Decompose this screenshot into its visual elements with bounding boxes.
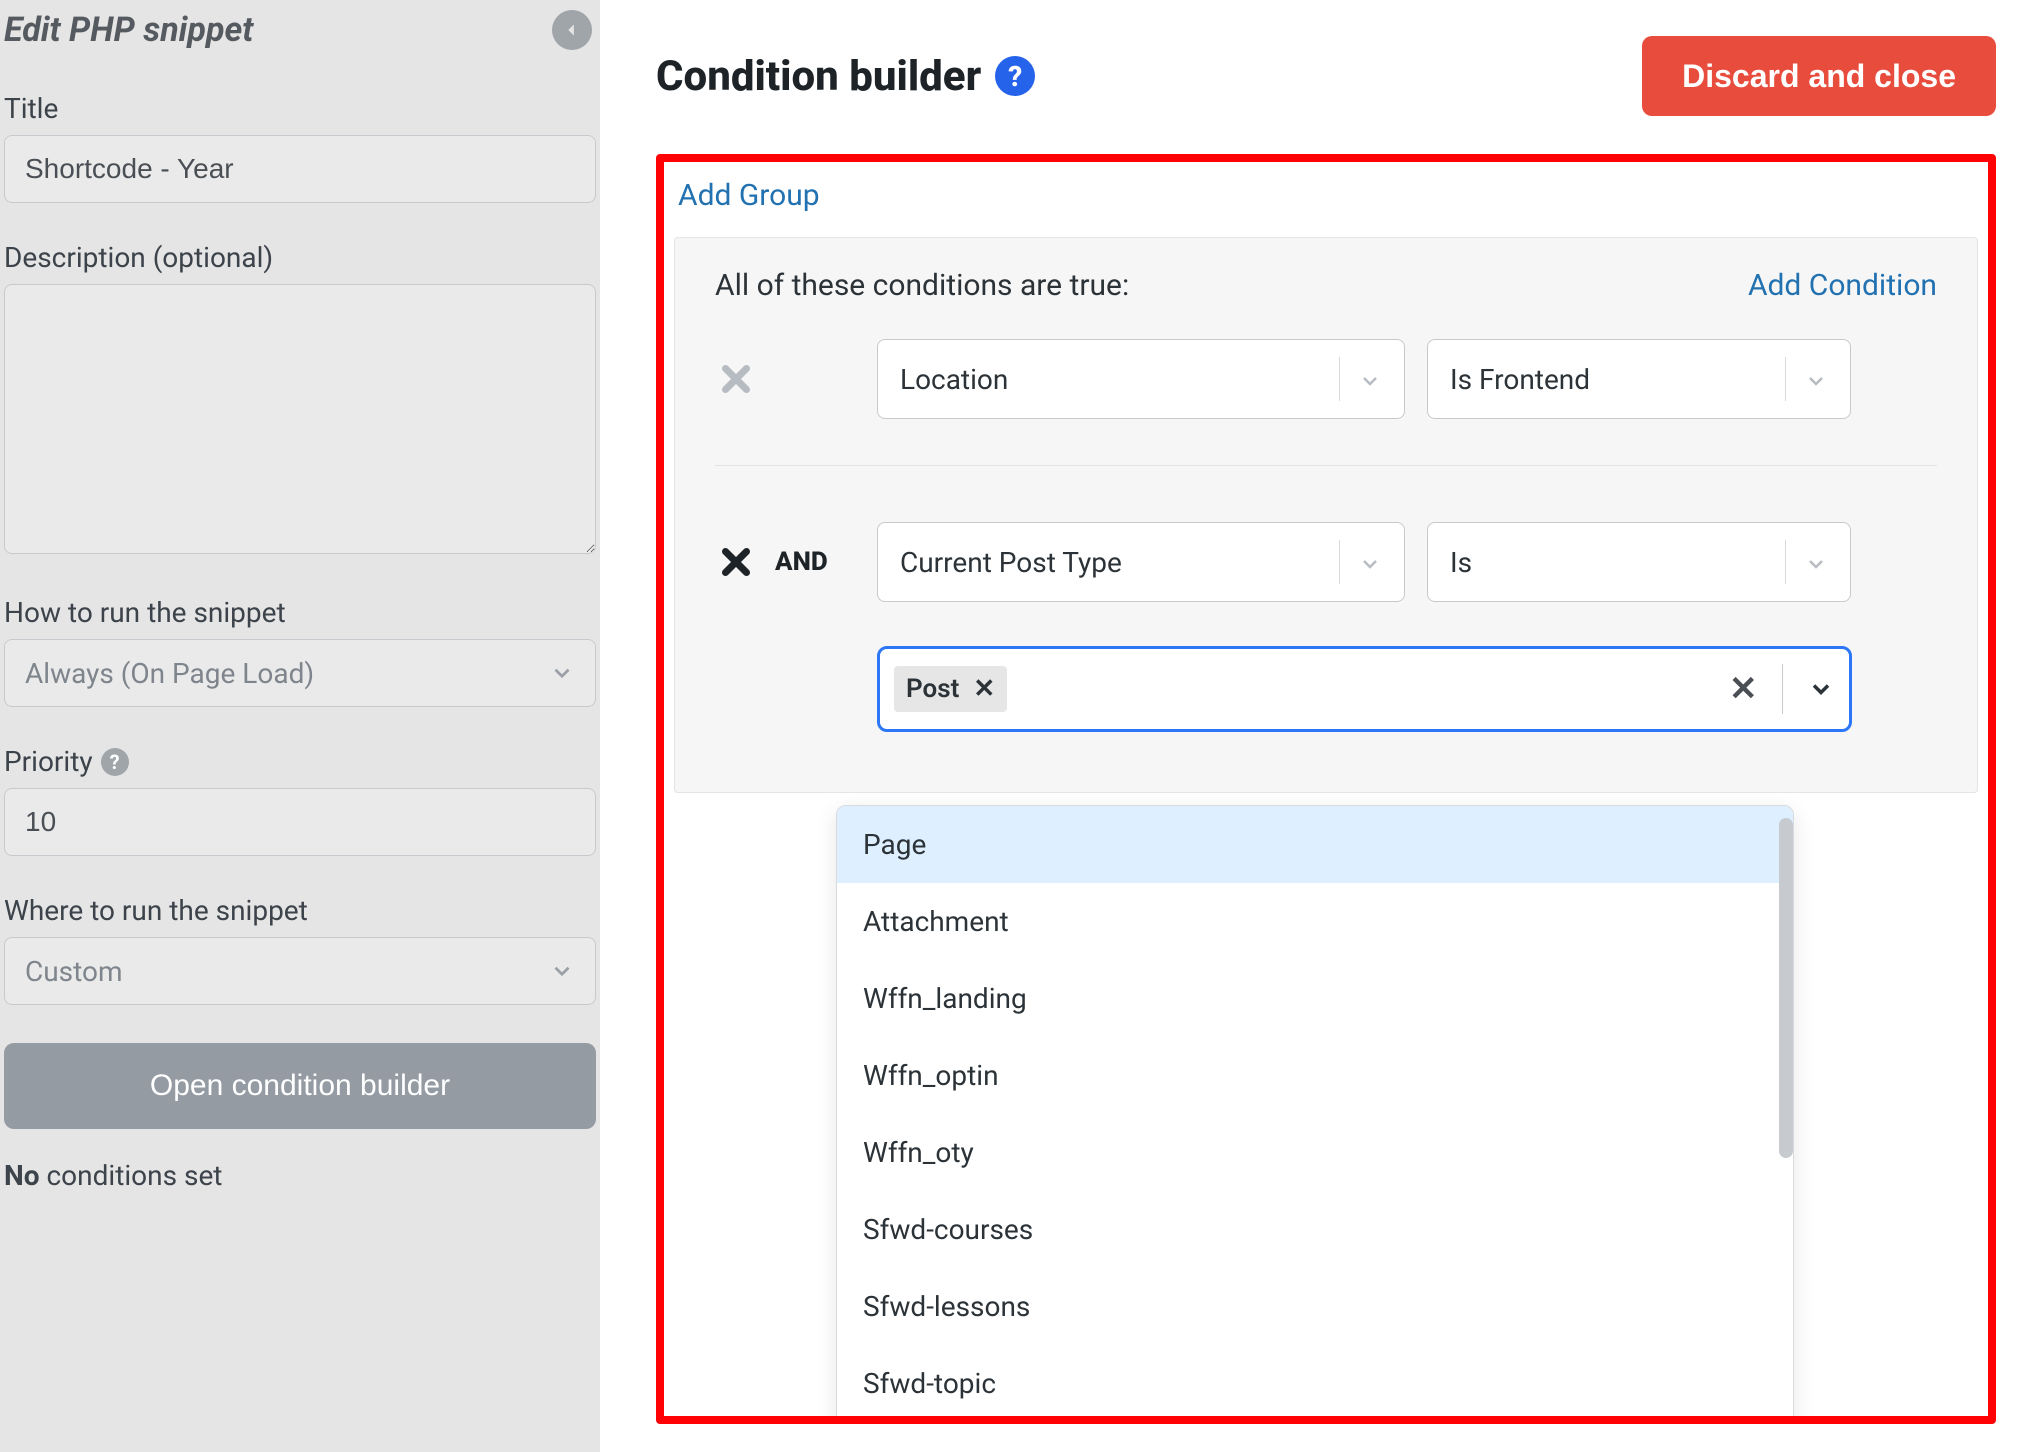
- where-value: Custom: [25, 955, 123, 988]
- selected-tag[interactable]: Post ✕: [894, 666, 1007, 712]
- page-title: Condition builder ?: [656, 52, 1035, 101]
- group-label: All of these conditions are true:: [715, 268, 1129, 303]
- where-select[interactable]: Custom: [4, 937, 596, 1005]
- remove-tag-icon[interactable]: ✕: [973, 674, 995, 704]
- condition-comparator-select[interactable]: Is Frontend: [1427, 339, 1851, 419]
- priority-input[interactable]: [4, 788, 596, 856]
- where-label: Where to run the snippet: [4, 894, 592, 927]
- sidebar-title: Edit PHP snippet: [4, 10, 253, 50]
- add-condition-link[interactable]: Add Condition: [1748, 268, 1937, 303]
- remove-condition-icon[interactable]: [715, 358, 757, 400]
- how-to-run-select[interactable]: Always (On Page Load): [4, 639, 596, 707]
- condition-row: AND Current Post Type Is: [715, 522, 1937, 602]
- dropdown-option[interactable]: Sfwd-quiz: [837, 1422, 1793, 1424]
- condition-row: Location Is Frontend: [715, 339, 1937, 466]
- discard-close-button[interactable]: Discard and close: [1642, 36, 1996, 116]
- sidebar: Edit PHP snippet Title Description (opti…: [0, 0, 600, 1452]
- clear-all-icon[interactable]: ✕: [1729, 669, 1758, 709]
- condition-subject-select[interactable]: Location: [877, 339, 1405, 419]
- collapse-sidebar-icon[interactable]: [552, 10, 592, 50]
- remove-condition-icon[interactable]: [715, 541, 757, 583]
- add-group-link[interactable]: Add Group: [664, 178, 1988, 213]
- condition-value-multiselect[interactable]: Post ✕ ✕: [877, 646, 1852, 732]
- title-input[interactable]: [4, 135, 596, 203]
- chevron-down-icon: [549, 660, 575, 686]
- chevron-down-icon: [1804, 367, 1828, 391]
- open-condition-builder-button[interactable]: Open condition builder: [4, 1043, 596, 1129]
- condition-group: All of these conditions are true: Add Co…: [674, 237, 1978, 793]
- priority-label: Priority ?: [4, 745, 592, 778]
- dropdown-option[interactable]: Wffn_oty: [837, 1114, 1793, 1191]
- chevron-down-icon[interactable]: [1807, 675, 1835, 703]
- chevron-down-icon: [1358, 550, 1382, 574]
- chevron-down-icon: [1804, 550, 1828, 574]
- condition-comparator-select[interactable]: Is: [1427, 522, 1851, 602]
- dropdown-option[interactable]: Sfwd-lessons: [837, 1268, 1793, 1345]
- scrollbar[interactable]: [1779, 818, 1793, 1158]
- and-operator-label: AND: [775, 547, 828, 577]
- dropdown-option[interactable]: Sfwd-topic: [837, 1345, 1793, 1422]
- how-to-run-value: Always (On Page Load): [25, 657, 314, 690]
- dropdown-option[interactable]: Wffn_landing: [837, 960, 1793, 1037]
- chevron-down-icon: [1358, 367, 1382, 391]
- no-conditions-text: No conditions set: [4, 1159, 592, 1192]
- title-label: Title: [4, 92, 592, 125]
- dropdown-option[interactable]: Attachment: [837, 883, 1793, 960]
- help-icon[interactable]: ?: [995, 56, 1035, 96]
- main: Condition builder ? Discard and close Ad…: [600, 0, 2028, 1452]
- chevron-down-icon: [549, 958, 575, 984]
- dropdown-option[interactable]: Wffn_optin: [837, 1037, 1793, 1114]
- condition-builder-panel: Add Group All of these conditions are tr…: [656, 154, 1996, 1424]
- description-input[interactable]: [4, 284, 596, 554]
- dropdown-option[interactable]: Sfwd-courses: [837, 1191, 1793, 1268]
- help-icon[interactable]: ?: [101, 748, 129, 776]
- how-to-run-label: How to run the snippet: [4, 596, 592, 629]
- condition-subject-select[interactable]: Current Post Type: [877, 522, 1405, 602]
- post-type-dropdown: Page Attachment Wffn_landing Wffn_optin …: [836, 805, 1794, 1424]
- description-label: Description (optional): [4, 241, 592, 274]
- dropdown-option[interactable]: Page: [837, 806, 1793, 883]
